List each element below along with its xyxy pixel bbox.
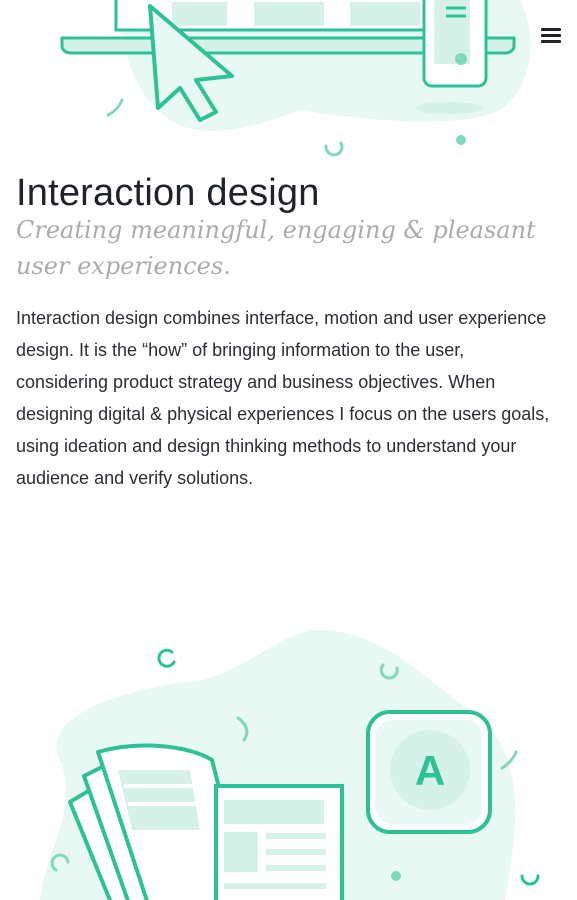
decorative-dot [391,871,401,881]
screen-block [350,2,420,26]
phone-button [455,53,467,65]
screen-block [172,2,227,26]
decorative-ring [324,141,344,157]
section-body: Interaction design combines interface, m… [16,308,550,488]
newspaper-column [118,770,200,830]
screen-block [254,2,324,26]
document-image [224,832,258,872]
laptop-cursor-phone-illustration [60,0,531,157]
decorative-ring [520,874,540,886]
phone-shadow [416,102,484,114]
decorative-ring [157,648,176,668]
section-subtitle: Creating meaningful, engaging & pleasant… [16,216,536,280]
badge-letter: A [415,747,445,794]
newspaper-document-badge-illustration: A [40,630,540,900]
document-header [224,800,324,824]
decorative-arc [106,98,124,117]
decorative-dot [456,135,466,145]
section-title: Interaction design [16,172,320,214]
